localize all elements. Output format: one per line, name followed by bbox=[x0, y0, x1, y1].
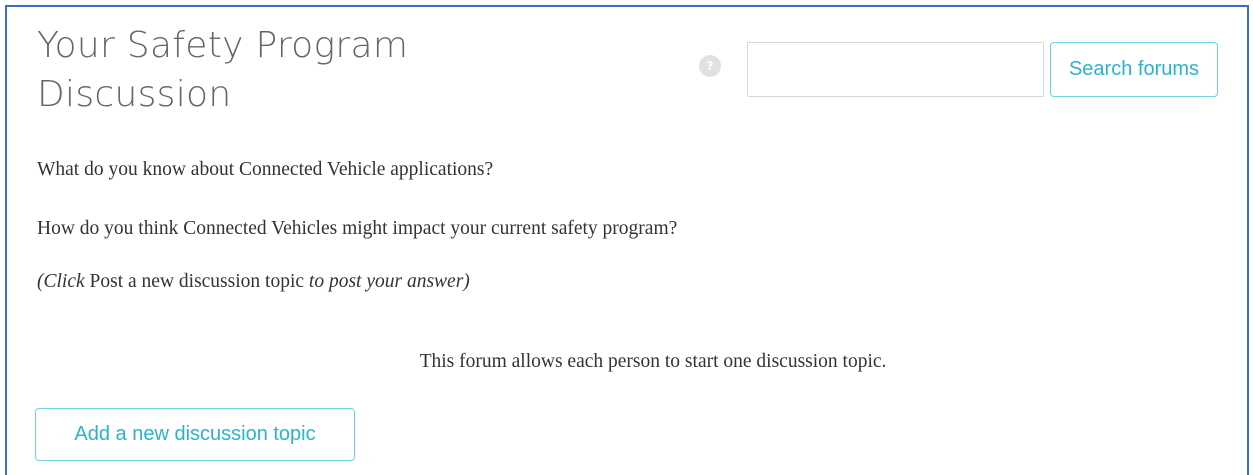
forum-panel: Your Safety Program Discussion ? Search … bbox=[5, 5, 1249, 475]
hint-link-text: Post a new discussion topic bbox=[89, 271, 305, 292]
page-title: Your Safety Program Discussion bbox=[37, 25, 409, 115]
intro-hint: (Click Post a new discussion topic to po… bbox=[37, 269, 470, 295]
hint-suffix: to post your answer) bbox=[304, 271, 470, 292]
help-icon[interactable]: ? bbox=[699, 55, 721, 77]
hint-prefix: (Click bbox=[37, 271, 90, 292]
add-discussion-topic-button[interactable]: Add a new discussion topic bbox=[35, 408, 355, 461]
search-forums-button[interactable]: Search forums bbox=[1050, 42, 1218, 97]
intro-question-1: What do you know about Connected Vehicle… bbox=[37, 159, 494, 180]
search-input[interactable] bbox=[747, 42, 1044, 97]
forum-notice: This forum allows each person to start o… bbox=[419, 351, 887, 372]
intro-question-2: How do you think Connected Vehicles migh… bbox=[37, 218, 678, 239]
